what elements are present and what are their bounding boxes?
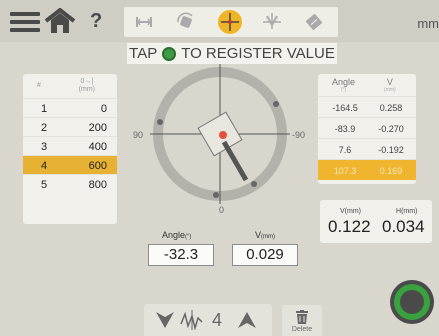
tag-icon[interactable] (302, 10, 326, 34)
v-result-label: V(mm) (340, 208, 361, 215)
table-row[interactable]: -83.9 -0.270 (318, 117, 416, 138)
row-v: 0.169 (379, 166, 403, 176)
row-value: 600 (88, 160, 107, 172)
dial-label-right: -90 (292, 130, 306, 140)
v-value-field: 0.029 (232, 244, 298, 266)
h-result-unit: (mm) (401, 208, 418, 215)
trash-icon (296, 310, 308, 324)
row-value: 0 (100, 103, 107, 115)
row-index: 3 (41, 141, 48, 153)
waveform-icon (180, 310, 203, 330)
row-value: 800 (88, 179, 107, 191)
row-angle: 107.3 (333, 166, 357, 176)
position-table-header: # 0→| (mm) (23, 74, 117, 98)
delete-label: Delete (291, 326, 313, 333)
angle-label: Angle(°) (162, 230, 191, 240)
table-row[interactable]: 7.6 -0.192 (318, 138, 416, 159)
row-index: 1 (41, 103, 48, 115)
row-angle: 7.6 (338, 145, 352, 155)
v-unit: (mm) (261, 234, 276, 240)
measurement-table-header: Angle (°) V (mm) (318, 74, 416, 96)
point-stepper: 4 (144, 304, 272, 336)
register-button-icon[interactable] (389, 279, 435, 325)
rotation-dial (150, 64, 290, 204)
v-result-unit: (mm) (344, 208, 361, 215)
position-table: # 0→| (mm) 10 2 200 3 400 4 600 5 800 (23, 74, 117, 224)
position-unit: (mm) (78, 86, 95, 93)
angle-value-field: -32.3 (148, 244, 214, 266)
delete-button[interactable]: Delete (282, 305, 322, 336)
row-index: 4 (41, 160, 48, 172)
horizontal-measure-icon[interactable] (132, 10, 156, 34)
row-index: 2 (41, 122, 48, 134)
vh-result-panel: V(mm) 0.122 H(mm) 0.034 (320, 200, 432, 243)
home-icon[interactable] (44, 8, 76, 34)
v-result-value: 0.122 (328, 217, 371, 236)
row-value: 400 (88, 141, 107, 153)
dial-label-bottom: 0 (219, 205, 225, 215)
row-angle: -83.9 (334, 124, 356, 134)
angle-column-header: Angle (°) (332, 78, 355, 94)
crosshair-icon[interactable] (218, 10, 242, 34)
angle-label-text: Angle (162, 230, 186, 240)
row-v: -0.192 (378, 145, 404, 155)
help-icon[interactable]: ? (90, 10, 102, 33)
top-bar: ? mm (0, 0, 439, 42)
v-header-unit: (mm) (384, 87, 396, 93)
distance-icon: 0→| (80, 78, 94, 85)
unit-label: mm (417, 16, 439, 31)
tap-text: TAP (129, 45, 158, 62)
position-column-header: 0→| (mm) (79, 78, 95, 94)
row-value: 200 (88, 122, 107, 134)
tap-instruction-banner: TAP TO REGISTER VALUE (127, 43, 337, 64)
table-row[interactable]: 2 200 (23, 117, 117, 136)
table-row[interactable]: -164.5 0.258 (318, 96, 416, 117)
chevron-up-icon[interactable] (238, 312, 256, 328)
dial-label-left: 90 (133, 130, 144, 140)
menu-icon[interactable] (10, 12, 40, 32)
level-icon[interactable] (260, 10, 284, 34)
chevron-down-icon[interactable] (156, 312, 174, 328)
angle-header-unit: (°) (340, 87, 347, 93)
v-label: V(mm) (255, 230, 275, 240)
rotate-icon[interactable] (174, 10, 198, 34)
register-dot-icon (162, 46, 177, 61)
table-row[interactable]: 3 400 (23, 136, 117, 155)
h-result-value: 0.034 (382, 217, 425, 236)
mode-selector (124, 7, 338, 37)
table-row-selected[interactable]: 107.3 0.169 (318, 159, 416, 180)
table-row-selected[interactable]: 4 600 (23, 155, 117, 174)
table-row[interactable]: 10 (23, 98, 117, 117)
index-column-header: # (37, 82, 41, 89)
h-result-label: H(mm) (396, 208, 417, 215)
angle-unit: (°) (185, 234, 192, 240)
stepper-value: 4 (212, 310, 223, 330)
row-angle: -164.5 (332, 103, 358, 113)
row-index: 5 (41, 179, 48, 191)
register-text: TO REGISTER VALUE (181, 45, 335, 62)
v-column-header: V (mm) (384, 78, 396, 94)
row-v: -0.270 (378, 124, 404, 134)
measurement-table: Angle (°) V (mm) -164.5 0.258 -83.9 -0.270 7… (318, 74, 416, 184)
row-v: 0.258 (379, 103, 403, 113)
table-row[interactable]: 5 800 (23, 174, 117, 193)
